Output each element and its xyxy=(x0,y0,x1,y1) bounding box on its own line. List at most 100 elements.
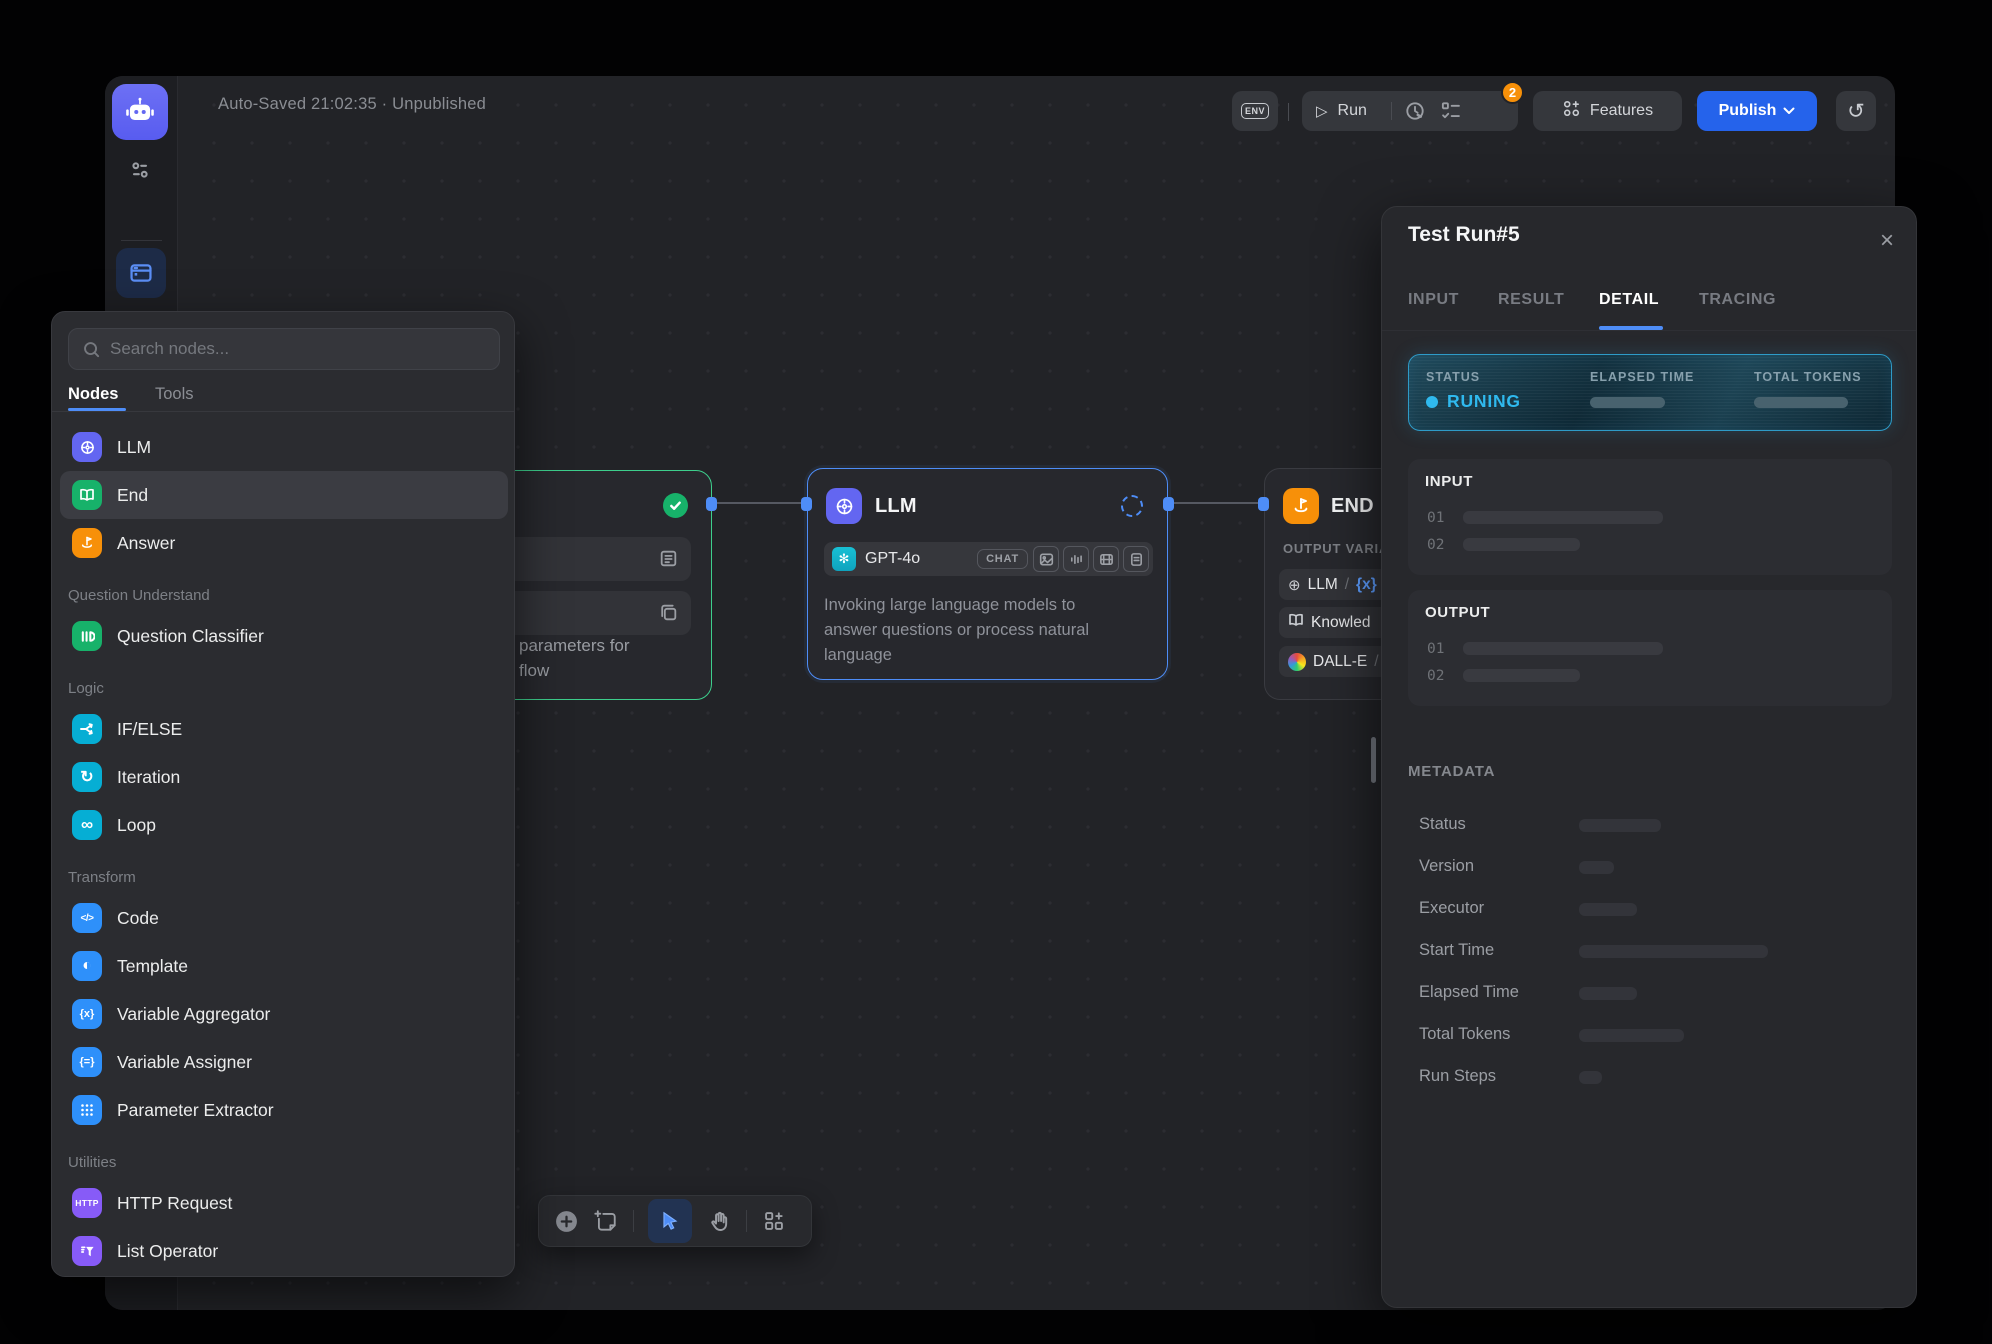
tab-result[interactable]: RESULT xyxy=(1498,291,1564,309)
features-button[interactable]: Features xyxy=(1533,91,1682,131)
run-panel-title: Test Run#5 xyxy=(1408,223,1520,247)
loop-icon: ∞ xyxy=(72,810,102,840)
node-search[interactable] xyxy=(68,328,500,370)
node-item-llm[interactable]: LLM xyxy=(60,423,508,471)
ifelse-icon xyxy=(72,714,102,744)
total-tokens-label: TOTAL TOKENS xyxy=(1754,370,1862,384)
search-input[interactable] xyxy=(110,339,486,359)
end-icon xyxy=(72,480,102,510)
status-label: STATUS xyxy=(1426,370,1480,384)
node-item-variable-assigner[interactable]: {=} Variable Assigner xyxy=(60,1038,508,1086)
search-icon xyxy=(82,340,101,359)
end-node-icon xyxy=(1283,488,1319,524)
node-item-end[interactable]: End xyxy=(60,471,508,519)
edge-llm-to-end xyxy=(1168,502,1264,504)
variable-assigner-icon: {=} xyxy=(72,1047,102,1077)
node-item-question-classifier[interactable]: Question Classifier xyxy=(60,612,508,660)
document-capability-icon xyxy=(1123,546,1149,572)
section-logic: Logic xyxy=(68,680,104,697)
llm-output-handle[interactable] xyxy=(1163,497,1174,511)
panel-toggle-icon[interactable] xyxy=(116,248,166,298)
meta-label-executor: Executor xyxy=(1419,899,1484,918)
chevron-down-icon xyxy=(1783,102,1795,120)
run-button[interactable]: Run xyxy=(1338,102,1367,120)
elapsed-time-placeholder xyxy=(1590,397,1665,408)
llm-node-icon xyxy=(826,488,862,524)
node-item-list-operator[interactable]: List Operator xyxy=(60,1227,508,1275)
line-number: 02 xyxy=(1427,537,1444,553)
meta-label-start-time: Start Time xyxy=(1419,941,1494,960)
meta-value-placeholder xyxy=(1579,1071,1602,1084)
pointer-mode-button[interactable] xyxy=(648,1199,692,1243)
node-item-template[interactable]: ◐ Template xyxy=(60,942,508,990)
section-transform: Transform xyxy=(68,869,136,886)
toolbar-divider xyxy=(633,1210,634,1232)
tab-tracing[interactable]: TRACING xyxy=(1699,291,1776,309)
node-item-http-request[interactable]: HTTP HTTP Request xyxy=(60,1179,508,1227)
autosave-status: Auto-Saved 21:02:35 · Unpublished xyxy=(218,95,486,114)
page: Auto-Saved 21:02:35 · Unpublished parame… xyxy=(0,0,1992,1344)
node-item-code[interactable]: </> Code xyxy=(60,894,508,942)
meta-label-total-tokens: Total Tokens xyxy=(1419,1025,1510,1044)
add-node-button[interactable] xyxy=(553,1208,579,1234)
input-placeholder xyxy=(1463,511,1663,524)
node-item-variable-aggregator[interactable]: {x} Variable Aggregator xyxy=(60,990,508,1038)
parameter-extractor-icon xyxy=(72,1095,102,1125)
close-icon[interactable]: × xyxy=(1880,229,1894,253)
tab-input[interactable]: INPUT xyxy=(1408,291,1459,309)
meta-value-placeholder xyxy=(1579,819,1661,832)
edge-start-to-llm xyxy=(712,502,807,504)
features-icon xyxy=(1562,99,1581,123)
env-variables-button[interactable]: ENV xyxy=(1232,91,1278,131)
tab-nodes[interactable]: Nodes xyxy=(68,385,118,404)
node-item-answer[interactable]: Answer xyxy=(60,519,508,567)
panel-resize-handle[interactable] xyxy=(1371,737,1376,783)
node-item-ifelse[interactable]: IF/ELSE xyxy=(60,705,508,753)
line-number: 01 xyxy=(1427,641,1444,657)
answer-icon xyxy=(72,528,102,558)
model-selector[interactable]: ✻ GPT-4o CHAT xyxy=(824,542,1153,576)
line-number: 01 xyxy=(1427,510,1444,526)
workflow-settings-icon[interactable] xyxy=(128,158,152,182)
test-run-panel: Test Run#5 × INPUT RESULT DETAIL TRACING… xyxy=(1381,206,1917,1308)
end-input-handle[interactable] xyxy=(1258,497,1269,511)
running-spinner-icon xyxy=(1121,495,1143,517)
meta-value-placeholder xyxy=(1579,903,1637,916)
input-placeholder xyxy=(1463,538,1580,551)
play-icon: ▷ xyxy=(1316,102,1328,120)
start-output-handle[interactable] xyxy=(706,497,717,511)
node-item-parameter-extractor[interactable]: Parameter Extractor xyxy=(60,1086,508,1134)
tab-detail[interactable]: DETAIL xyxy=(1599,291,1659,309)
checklist-icon[interactable] xyxy=(1438,98,1464,124)
tab-tools[interactable]: Tools xyxy=(155,385,194,404)
llm-node[interactable]: LLM ✻ GPT-4o CHAT Invo xyxy=(807,468,1168,680)
run-history-gauge-icon[interactable] xyxy=(1402,98,1428,124)
tabs-divider xyxy=(1382,330,1916,331)
version-history-button[interactable]: ↺ xyxy=(1836,91,1876,131)
active-tab-underline xyxy=(1599,326,1663,330)
line-number: 02 xyxy=(1427,668,1444,684)
organize-nodes-button[interactable] xyxy=(761,1208,787,1234)
llm-ref-icon: ⊕ xyxy=(1288,576,1301,594)
panel-divider xyxy=(52,411,514,412)
app-logo-robot-icon[interactable] xyxy=(112,84,168,140)
add-note-button[interactable] xyxy=(593,1208,619,1234)
paragraph-field-icon xyxy=(658,548,679,574)
env-icon: ENV xyxy=(1241,103,1269,119)
vision-capability-icon xyxy=(1033,546,1059,572)
section-question-understand: Question Understand xyxy=(68,587,210,604)
node-item-loop[interactable]: ∞ Loop xyxy=(60,801,508,849)
template-icon: ◐ xyxy=(72,951,102,981)
topbar-divider xyxy=(1288,103,1289,121)
llm-input-handle[interactable] xyxy=(801,497,812,511)
node-item-iteration[interactable]: ↻ Iteration xyxy=(60,753,508,801)
iteration-icon: ↻ xyxy=(72,762,102,792)
variable-aggregator-icon: {x} xyxy=(72,999,102,1029)
total-tokens-placeholder xyxy=(1754,397,1848,408)
checklist-count-badge: 2 xyxy=(1501,81,1524,104)
video-capability-icon xyxy=(1093,546,1119,572)
publish-button[interactable]: Publish xyxy=(1697,91,1817,131)
history-icon: ↺ xyxy=(1847,99,1865,124)
hand-mode-button[interactable] xyxy=(706,1208,732,1234)
llm-node-description: Invoking large language models to answer… xyxy=(824,593,1089,668)
